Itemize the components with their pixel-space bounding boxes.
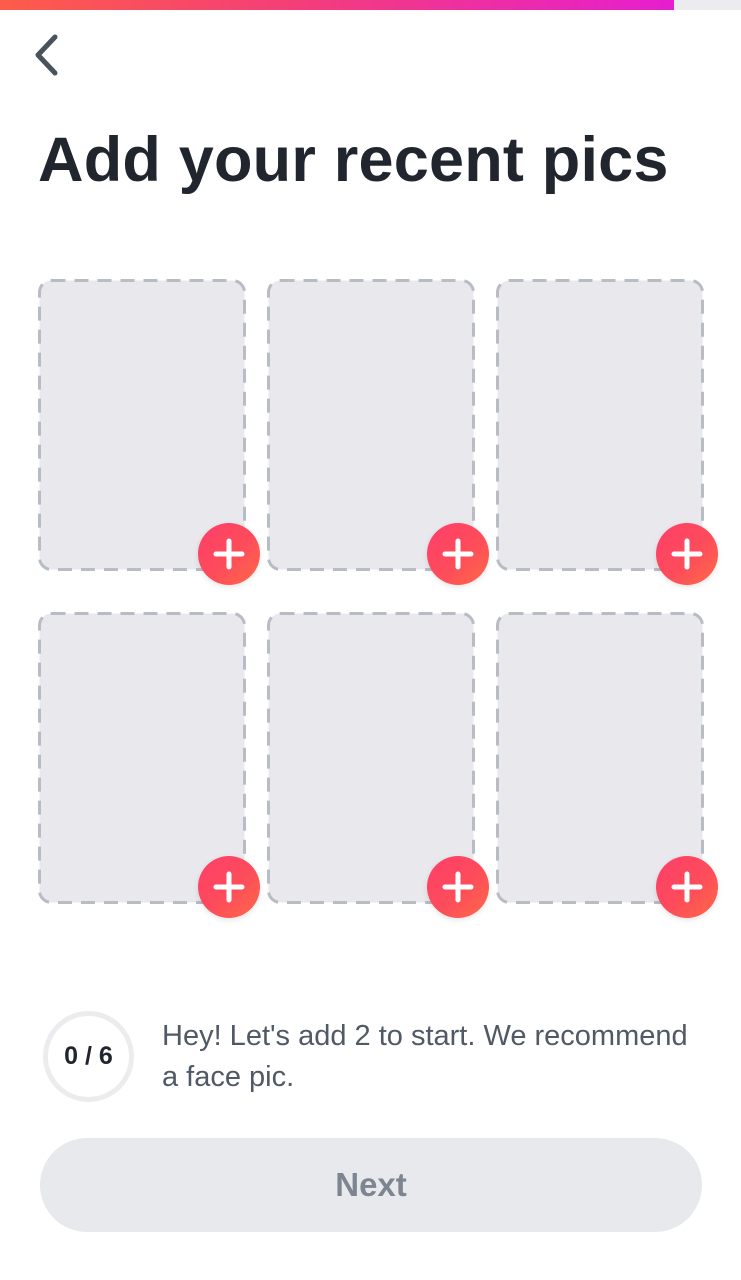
add-photo-button[interactable] — [656, 523, 718, 585]
photo-slot-4[interactable] — [38, 612, 260, 918]
add-photo-button[interactable] — [656, 856, 718, 918]
plus-icon — [213, 871, 245, 903]
add-photo-button[interactable] — [427, 523, 489, 585]
add-photo-button[interactable] — [198, 856, 260, 918]
progress-track — [0, 0, 741, 10]
page-title: Add your recent pics — [38, 125, 669, 195]
photo-slot-2[interactable] — [267, 279, 489, 585]
photo-slot-1[interactable] — [38, 279, 260, 585]
photo-slot-5[interactable] — [267, 612, 489, 918]
photo-slot-6[interactable] — [496, 612, 718, 918]
plus-icon — [442, 538, 474, 570]
add-photo-button[interactable] — [198, 523, 260, 585]
photo-slot-3[interactable] — [496, 279, 718, 585]
next-button[interactable]: Next — [40, 1138, 702, 1232]
plus-icon — [442, 871, 474, 903]
add-photo-button[interactable] — [427, 856, 489, 918]
chevron-left-icon — [35, 34, 58, 76]
plus-icon — [671, 871, 703, 903]
counter-text: 0 / 6 — [64, 1042, 113, 1070]
photo-counter: 0 / 6 — [42, 1010, 135, 1103]
plus-icon — [671, 538, 703, 570]
back-button[interactable] — [24, 28, 68, 82]
plus-icon — [213, 538, 245, 570]
progress-fill — [0, 0, 675, 10]
hint-text: Hey! Let's add 2 to start. We recommend … — [162, 1020, 688, 1093]
